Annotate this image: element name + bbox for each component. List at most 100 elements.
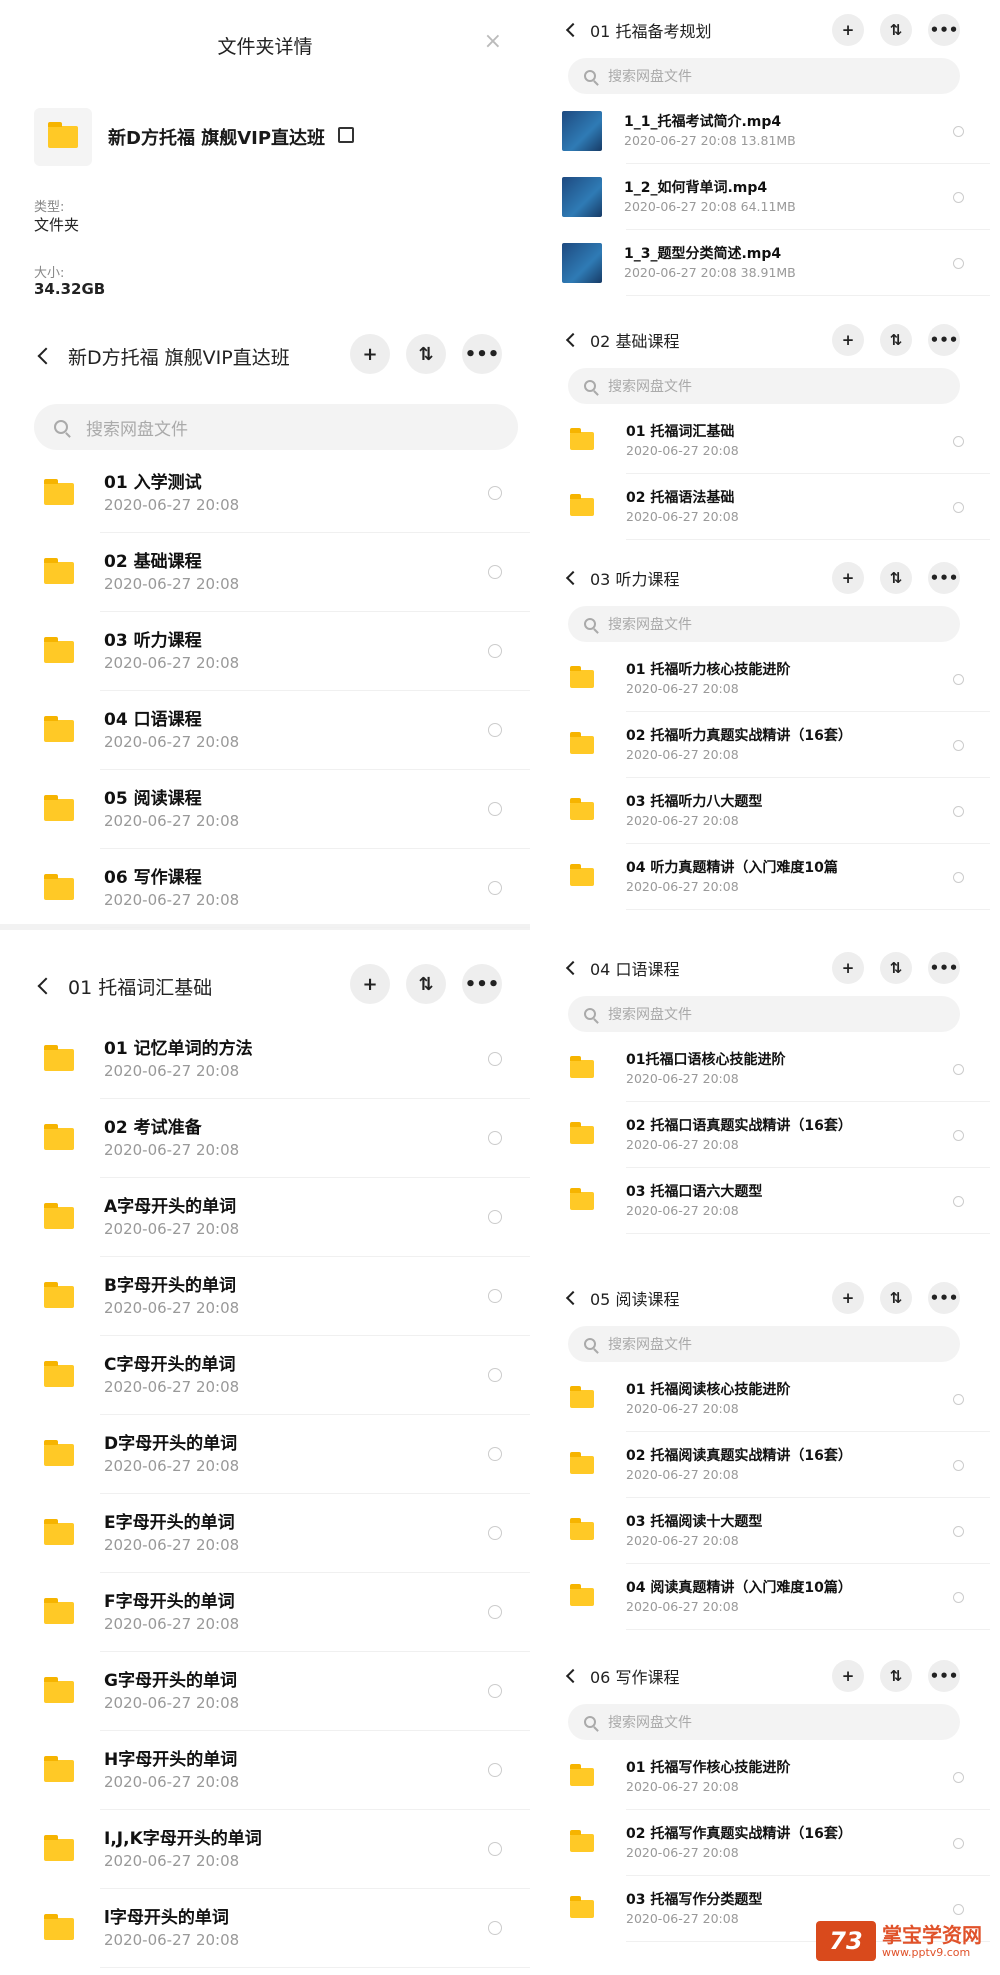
select-radio[interactable] xyxy=(953,740,964,751)
sort-button[interactable]: ⇅ xyxy=(880,14,912,46)
back-icon[interactable] xyxy=(565,570,581,586)
select-radio[interactable] xyxy=(488,1131,502,1145)
list-item[interactable]: l字母开头的单词 2020-06-27 20:08 xyxy=(0,1889,530,1968)
search-input[interactable]: 搜索网盘文件 xyxy=(568,606,960,642)
more-button[interactable]: ••• xyxy=(928,562,960,594)
select-radio[interactable] xyxy=(488,1842,502,1856)
list-item[interactable]: 04 听力真题精讲（入门难度10篇 2020-06-27 20:08 xyxy=(530,844,1000,910)
sort-button[interactable]: ⇅ xyxy=(880,1660,912,1692)
search-input[interactable]: 搜索网盘文件 xyxy=(568,1704,960,1740)
more-button[interactable]: ••• xyxy=(928,14,960,46)
search-input[interactable]: 搜索网盘文件 xyxy=(34,404,518,450)
list-item[interactable]: 02 基础课程 2020-06-27 20:08 xyxy=(0,533,530,612)
select-radio[interactable] xyxy=(953,1904,964,1915)
more-button[interactable]: ••• xyxy=(928,1660,960,1692)
list-item[interactable]: B字母开头的单词 2020-06-27 20:08 xyxy=(0,1257,530,1336)
back-icon[interactable] xyxy=(565,22,581,38)
list-item[interactable]: 05 阅读课程 2020-06-27 20:08 xyxy=(0,770,530,849)
list-item[interactable]: 1_2_如何背单词.mp4 2020-06-27 20:08 64.11MB xyxy=(530,164,1000,230)
list-item[interactable]: 04 口语课程 2020-06-27 20:08 xyxy=(0,691,530,770)
sort-button[interactable]: ⇅ xyxy=(880,952,912,984)
back-icon[interactable] xyxy=(565,1668,581,1684)
list-item[interactable]: C字母开头的单词 2020-06-27 20:08 xyxy=(0,1336,530,1415)
list-item[interactable]: 02 托福写作真题实战精讲（16套） 2020-06-27 20:08 xyxy=(530,1810,1000,1876)
select-radio[interactable] xyxy=(488,881,502,895)
list-item[interactable]: A字母开头的单词 2020-06-27 20:08 xyxy=(0,1178,530,1257)
list-item[interactable]: 03 托福听力八大题型 2020-06-27 20:08 xyxy=(530,778,1000,844)
add-button[interactable]: + xyxy=(832,1282,864,1314)
back-icon[interactable] xyxy=(565,332,581,348)
select-radio[interactable] xyxy=(488,1526,502,1540)
list-item[interactable]: 02 托福口语真题实战精讲（16套） 2020-06-27 20:08 xyxy=(530,1102,1000,1168)
list-item[interactable]: 01托福口语核心技能进阶 2020-06-27 20:08 xyxy=(530,1036,1000,1102)
select-radio[interactable] xyxy=(953,806,964,817)
more-button[interactable]: ••• xyxy=(462,964,502,1004)
search-input[interactable]: 搜索网盘文件 xyxy=(568,1326,960,1362)
select-radio[interactable] xyxy=(488,1763,502,1777)
more-button[interactable]: ••• xyxy=(462,334,502,374)
list-item[interactable]: 02 托福听力真题实战精讲（16套） 2020-06-27 20:08 xyxy=(530,712,1000,778)
list-item[interactable]: G字母开头的单词 2020-06-27 20:08 xyxy=(0,1652,530,1731)
list-item[interactable]: 01 托福词汇基础 2020-06-27 20:08 xyxy=(530,408,1000,474)
sort-button[interactable]: ⇅ xyxy=(880,324,912,356)
select-radio[interactable] xyxy=(488,802,502,816)
select-radio[interactable] xyxy=(488,1210,502,1224)
select-radio[interactable] xyxy=(953,1838,964,1849)
add-button[interactable]: + xyxy=(832,1660,864,1692)
edit-icon[interactable] xyxy=(338,127,354,143)
sort-button[interactable]: ⇅ xyxy=(406,964,446,1004)
sort-button[interactable]: ⇅ xyxy=(880,562,912,594)
list-item[interactable]: 02 考试准备 2020-06-27 20:08 xyxy=(0,1099,530,1178)
select-radio[interactable] xyxy=(488,1684,502,1698)
select-radio[interactable] xyxy=(953,126,964,137)
search-input[interactable]: 搜索网盘文件 xyxy=(568,368,960,404)
select-radio[interactable] xyxy=(488,1052,502,1066)
select-radio[interactable] xyxy=(953,502,964,513)
close-icon[interactable]: × xyxy=(484,31,502,53)
back-icon[interactable] xyxy=(565,1290,581,1306)
select-radio[interactable] xyxy=(488,1289,502,1303)
add-button[interactable]: + xyxy=(832,324,864,356)
add-button[interactable]: + xyxy=(832,14,864,46)
list-item[interactable]: 06 写作课程 2020-06-27 20:08 xyxy=(0,849,530,928)
list-item[interactable]: 01 托福阅读核心技能进阶 2020-06-27 20:08 xyxy=(530,1366,1000,1432)
back-icon[interactable] xyxy=(37,347,55,365)
sort-button[interactable]: ⇅ xyxy=(880,1282,912,1314)
select-radio[interactable] xyxy=(953,258,964,269)
select-radio[interactable] xyxy=(953,674,964,685)
select-radio[interactable] xyxy=(953,436,964,447)
select-radio[interactable] xyxy=(953,1130,964,1141)
list-item[interactable]: 1_3_题型分类简述.mp4 2020-06-27 20:08 38.91MB xyxy=(530,230,1000,296)
list-item[interactable]: 1_1_托福考试简介.mp4 2020-06-27 20:08 13.81MB xyxy=(530,98,1000,164)
select-radio[interactable] xyxy=(953,1064,964,1075)
select-radio[interactable] xyxy=(953,1460,964,1471)
back-icon[interactable] xyxy=(565,960,581,976)
list-item[interactable]: H字母开头的单词 2020-06-27 20:08 xyxy=(0,1731,530,1810)
search-input[interactable]: 搜索网盘文件 xyxy=(568,996,960,1032)
list-item[interactable]: 03 听力课程 2020-06-27 20:08 xyxy=(0,612,530,691)
list-item[interactable]: 01 记忆单词的方法 2020-06-27 20:08 xyxy=(0,1020,530,1099)
list-item[interactable]: F字母开头的单词 2020-06-27 20:08 xyxy=(0,1573,530,1652)
search-input[interactable]: 搜索网盘文件 xyxy=(568,58,960,94)
add-button[interactable]: + xyxy=(832,562,864,594)
select-radio[interactable] xyxy=(953,872,964,883)
list-item[interactable]: 03 托福阅读十大题型 2020-06-27 20:08 xyxy=(530,1498,1000,1564)
select-radio[interactable] xyxy=(953,1772,964,1783)
list-item[interactable]: I,J,K字母开头的单词 2020-06-27 20:08 xyxy=(0,1810,530,1889)
select-radio[interactable] xyxy=(953,1592,964,1603)
select-radio[interactable] xyxy=(488,1605,502,1619)
list-item[interactable]: 02 托福语法基础 2020-06-27 20:08 xyxy=(530,474,1000,540)
list-item[interactable]: 01 入学测试 2020-06-27 20:08 xyxy=(0,454,530,533)
list-item[interactable]: 02 托福阅读真题实战精讲（16套） 2020-06-27 20:08 xyxy=(530,1432,1000,1498)
list-item[interactable]: 03 托福口语六大题型 2020-06-27 20:08 xyxy=(530,1168,1000,1234)
list-item[interactable]: 01 托福写作核心技能进阶 2020-06-27 20:08 xyxy=(530,1744,1000,1810)
select-radio[interactable] xyxy=(488,486,502,500)
list-item[interactable]: E字母开头的单词 2020-06-27 20:08 xyxy=(0,1494,530,1573)
select-radio[interactable] xyxy=(488,1368,502,1382)
select-radio[interactable] xyxy=(953,192,964,203)
list-item[interactable]: D字母开头的单词 2020-06-27 20:08 xyxy=(0,1415,530,1494)
select-radio[interactable] xyxy=(953,1394,964,1405)
add-button[interactable]: + xyxy=(350,334,390,374)
select-radio[interactable] xyxy=(488,565,502,579)
more-button[interactable]: ••• xyxy=(928,952,960,984)
